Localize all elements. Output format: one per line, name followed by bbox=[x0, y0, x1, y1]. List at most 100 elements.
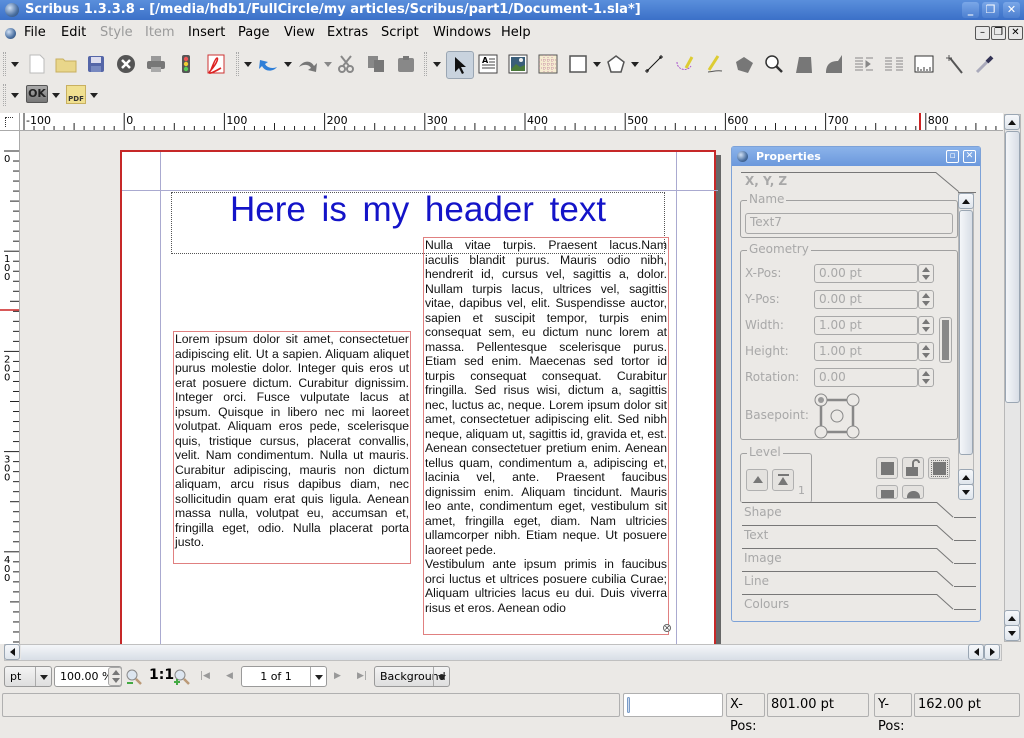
vertical-ruler[interactable]: 0100200300400 bbox=[0, 131, 20, 644]
print-enabled-button[interactable] bbox=[902, 485, 924, 499]
menu-help[interactable]: Help bbox=[501, 25, 531, 41]
menu-extras[interactable]: Extras bbox=[327, 25, 368, 41]
copy-icon[interactable] bbox=[364, 52, 388, 76]
next-page-icon[interactable]: ▶ bbox=[334, 671, 341, 681]
zoom-out-icon[interactable] bbox=[125, 668, 143, 689]
lock-button[interactable] bbox=[902, 457, 924, 479]
section-text-tab[interactable]: Text bbox=[742, 525, 976, 547]
pdf-export-button[interactable]: PDF bbox=[66, 85, 86, 104]
paste-clipboard-icon[interactable] bbox=[394, 52, 418, 76]
canvas-scroll-left[interactable] bbox=[4, 644, 20, 660]
freehand-pencil-icon[interactable] bbox=[702, 52, 726, 76]
layer-select[interactable]: Background bbox=[374, 666, 450, 687]
layer-dropdown-arrow[interactable] bbox=[433, 667, 449, 686]
section-line-tab[interactable]: Line bbox=[742, 571, 976, 593]
polygon-dropdown-arrow[interactable] bbox=[631, 62, 639, 67]
preflight-traffic-light-icon[interactable] bbox=[174, 52, 198, 76]
export-pdf-icon[interactable] bbox=[204, 52, 228, 76]
save-icon[interactable] bbox=[84, 52, 108, 76]
ypos-input[interactable]: 0.00 pt bbox=[814, 290, 918, 309]
undo-dropdown-arrow[interactable] bbox=[284, 62, 292, 67]
height-input[interactable]: 1.00 pt bbox=[814, 342, 918, 361]
page-select[interactable]: 1 of 1 bbox=[241, 666, 327, 687]
zoom-spinner[interactable] bbox=[108, 667, 122, 686]
eye-dropper-icon[interactable] bbox=[972, 52, 996, 76]
basepoint-selector[interactable] bbox=[814, 393, 860, 439]
xpos-spinner[interactable] bbox=[918, 264, 934, 283]
redo-icon[interactable] bbox=[296, 52, 320, 76]
table-icon[interactable] bbox=[536, 52, 560, 76]
right-text-frame[interactable]: Nulla vitae turpis. Praesent lacus.Nam i… bbox=[423, 237, 669, 635]
properties-scroll-up[interactable] bbox=[958, 193, 974, 209]
redo-dropdown-arrow[interactable] bbox=[324, 62, 332, 67]
shape-rectangle-icon[interactable] bbox=[566, 52, 590, 76]
properties-scroll-up-2[interactable] bbox=[958, 469, 974, 485]
unlink-text-frames-icon[interactable] bbox=[882, 52, 906, 76]
print-icon[interactable] bbox=[144, 52, 168, 76]
toolbar-menu-arrow[interactable] bbox=[11, 93, 19, 98]
shape-dropdown-arrow[interactable] bbox=[593, 62, 601, 67]
bezier-curve-icon[interactable] bbox=[672, 52, 696, 76]
close-document-icon[interactable] bbox=[114, 52, 138, 76]
menu-script[interactable]: Script bbox=[381, 25, 419, 41]
toolbar-grip[interactable] bbox=[3, 84, 6, 106]
horizontal-ruler[interactable]: -100 0 100 200 300 400 500 600 700 800 bbox=[20, 113, 1003, 131]
canvas-scroll-right[interactable] bbox=[984, 644, 1000, 660]
mdi-restore-button[interactable]: ❐ bbox=[991, 26, 1006, 40]
raise-level-button[interactable] bbox=[746, 469, 768, 491]
edit-text-icon[interactable] bbox=[822, 52, 846, 76]
ruler-origin-corner[interactable] bbox=[0, 113, 20, 131]
preflight-ok-button[interactable]: OK bbox=[26, 85, 48, 103]
toolbar-grip[interactable] bbox=[424, 52, 427, 76]
text-frame-icon[interactable]: A bbox=[476, 52, 500, 76]
minimize-button[interactable]: _ bbox=[962, 2, 979, 18]
flip-vertical-button[interactable] bbox=[876, 485, 898, 499]
link-text-frames-icon[interactable] bbox=[852, 52, 876, 76]
rotation-input[interactable]: 0.00 bbox=[814, 368, 918, 387]
canvas-vscroll-thumb[interactable] bbox=[1005, 131, 1020, 403]
section-colours-tab[interactable]: Colours bbox=[742, 594, 976, 616]
palette-close-button[interactable]: ✕ bbox=[963, 150, 976, 163]
mdi-close-button[interactable]: ✕ bbox=[1008, 26, 1023, 40]
canvas-scroll-up[interactable] bbox=[1004, 114, 1020, 130]
text-overflow-marker-icon[interactable]: × bbox=[663, 624, 671, 632]
left-text-frame[interactable]: Lorem ipsum dolor sit amet, consectetuer… bbox=[173, 331, 411, 564]
document-globe-icon[interactable] bbox=[5, 28, 16, 39]
canvas-scroll-up-2[interactable] bbox=[1004, 610, 1020, 626]
name-input[interactable]: Text7 bbox=[745, 213, 953, 234]
toolbar-menu-arrow[interactable] bbox=[11, 62, 19, 67]
mdi-minimize-button[interactable]: – bbox=[975, 26, 990, 40]
width-spinner[interactable] bbox=[918, 316, 934, 335]
zoom-in-icon[interactable] bbox=[173, 668, 191, 689]
menu-edit[interactable]: Edit bbox=[61, 25, 86, 41]
rotation-spinner[interactable] bbox=[918, 368, 934, 387]
menu-insert[interactable]: Insert bbox=[188, 25, 225, 41]
properties-scroll-thumb[interactable] bbox=[959, 210, 973, 455]
open-folder-icon[interactable] bbox=[54, 52, 78, 76]
measurements-ruler-icon[interactable] bbox=[912, 52, 936, 76]
ypos-spinner[interactable] bbox=[918, 290, 934, 309]
canvas-scroll-left-2[interactable] bbox=[968, 644, 984, 660]
page-dropdown-arrow[interactable] bbox=[310, 667, 326, 686]
canvas-hscroll-thumb[interactable] bbox=[21, 645, 971, 660]
last-page-icon[interactable]: ▶| bbox=[357, 671, 367, 681]
toolbar-menu-arrow[interactable] bbox=[433, 62, 441, 67]
canvas-scroll-down[interactable] bbox=[1004, 625, 1020, 641]
menu-page[interactable]: Page bbox=[238, 25, 269, 41]
image-frame-icon[interactable] bbox=[506, 52, 530, 76]
close-button[interactable]: ✕ bbox=[1003, 2, 1020, 18]
palette-float-button[interactable]: ▫ bbox=[946, 150, 959, 163]
magic-wand-icon[interactable] bbox=[942, 52, 966, 76]
first-page-icon[interactable]: |◀ bbox=[200, 671, 210, 681]
section-image-tab[interactable]: Image bbox=[742, 548, 976, 570]
ok-dropdown-arrow[interactable] bbox=[52, 93, 60, 98]
xpos-input[interactable]: 0.00 pt bbox=[814, 264, 918, 283]
height-spinner[interactable] bbox=[918, 342, 934, 361]
polygon-icon[interactable] bbox=[604, 52, 628, 76]
line-tool-icon[interactable] bbox=[642, 52, 666, 76]
menu-view[interactable]: View bbox=[284, 25, 315, 41]
properties-title-bar[interactable]: Properties ▫ ✕ bbox=[732, 147, 980, 166]
menu-windows[interactable]: Windows bbox=[433, 25, 491, 41]
restore-button[interactable]: ❐ bbox=[982, 2, 999, 18]
unit-select[interactable]: pt bbox=[4, 666, 52, 687]
